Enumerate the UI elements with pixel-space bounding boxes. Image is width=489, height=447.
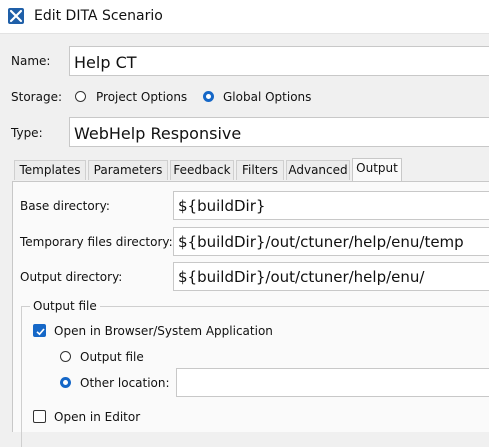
tab-templates[interactable]: Templates (14, 160, 86, 180)
open-in-editor-label[interactable]: Open in Editor (54, 410, 140, 424)
global-options-radio[interactable] (203, 91, 214, 102)
type-field[interactable]: WebHelp Responsive (69, 117, 489, 147)
name-label: Name: (11, 54, 51, 68)
project-options-radio[interactable] (75, 91, 86, 102)
tab-parameters[interactable]: Parameters (88, 160, 168, 180)
title-bar: Edit DITA Scenario (0, 0, 489, 34)
tab-feedback[interactable]: Feedback (170, 160, 234, 180)
output-file-radio[interactable] (60, 351, 71, 362)
base-directory-input[interactable]: ${buildDir} (173, 191, 489, 220)
tab-filters[interactable]: Filters (236, 160, 284, 180)
tab-output[interactable]: Output (352, 158, 402, 181)
other-location-label[interactable]: Other location: (80, 376, 170, 390)
open-in-editor-checkbox[interactable] (33, 410, 46, 423)
window-title: Edit DITA Scenario (34, 8, 163, 24)
temp-directory-label: Temporary files directory: (20, 235, 173, 249)
tab-advanced[interactable]: Advanced (286, 160, 350, 180)
other-location-input[interactable] (176, 368, 489, 397)
other-location-radio[interactable] (60, 377, 71, 388)
output-file-group-title: Output file (30, 299, 100, 313)
storage-label: Storage: (11, 90, 62, 104)
global-options-label[interactable]: Global Options (223, 90, 311, 104)
open-in-browser-label[interactable]: Open in Browser/System Application (54, 324, 273, 338)
output-file-radio-label[interactable]: Output file (80, 350, 144, 364)
open-in-browser-checkbox[interactable] (33, 324, 46, 337)
project-options-label[interactable]: Project Options (96, 90, 187, 104)
output-file-group: Output file Open in Browser/System Appli… (21, 299, 489, 447)
output-directory-label: Output directory: (20, 270, 123, 284)
dialog-content: Name: Help CT Storage: Project Options G… (0, 34, 489, 447)
base-directory-label: Base directory: (20, 199, 110, 213)
name-input[interactable]: Help CT (69, 46, 489, 76)
type-label: Type: (11, 126, 43, 140)
output-panel: Base directory: ${buildDir} Temporary fi… (12, 181, 489, 447)
oxygen-app-icon (8, 8, 24, 24)
output-directory-input[interactable]: ${buildDir}/out/ctuner/help/enu/ (173, 262, 489, 291)
checkmark-icon (36, 328, 45, 336)
temp-directory-input[interactable]: ${buildDir}/out/ctuner/help/enu/temp (173, 227, 489, 256)
